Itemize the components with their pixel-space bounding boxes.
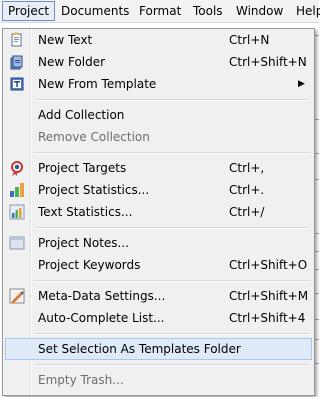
menu-tools[interactable]: Tools <box>188 2 228 20</box>
template-icon <box>9 76 25 92</box>
menu-item-label: Project Statistics... <box>38 183 150 197</box>
menu-item-add-collection[interactable]: Add Collection <box>5 104 312 126</box>
menu-item-shortcut: Ctrl+, <box>229 161 265 175</box>
menu-item-label: Project Targets <box>38 161 127 175</box>
menu-separator <box>34 364 310 366</box>
menu-window[interactable]: Window <box>231 2 288 20</box>
menu-item-label: Set Selection As Templates Folder <box>38 342 241 356</box>
menu-item-meta-data-settings[interactable]: Meta-Data Settings... Ctrl+Shift+M <box>5 285 312 307</box>
menu-item-label: Add Collection <box>38 108 125 122</box>
menu-item-label: Auto-Complete List... <box>38 311 165 325</box>
menu-item-label: Meta-Data Settings... <box>38 289 166 303</box>
target-icon <box>9 160 25 176</box>
menu-help[interactable]: Help <box>291 2 320 20</box>
menu-item-shortcut: Ctrl+Shift+M <box>229 289 309 303</box>
menu-project[interactable]: Project <box>2 1 56 21</box>
menu-item-new-folder[interactable]: New Folder Ctrl+Shift+N <box>5 51 312 73</box>
submenu-arrow-icon: ▶ <box>298 79 305 89</box>
menu-item-empty-trash: Empty Trash... <box>5 369 312 391</box>
menu-item-shortcut: Ctrl+. <box>229 183 265 197</box>
menu-item-label: Text Statistics... <box>38 205 133 219</box>
menu-separator <box>34 152 310 154</box>
menu-item-shortcut: Ctrl+N <box>229 33 270 47</box>
menu-item-label: Project Keywords <box>38 258 141 272</box>
new-text-icon <box>9 31 25 48</box>
menu-item-shortcut: Ctrl+/ <box>229 205 265 219</box>
metadata-icon <box>9 288 25 304</box>
new-folder-icon <box>9 54 25 70</box>
menu-item-label: Remove Collection <box>38 130 150 144</box>
menu-item-label: New Text <box>38 33 93 47</box>
menu-separator <box>34 99 310 101</box>
menu-item-shortcut: Ctrl+Shift+4 <box>229 311 306 325</box>
text-statistics-icon <box>9 204 25 220</box>
menu-item-label: Empty Trash... <box>38 373 124 387</box>
statistics-icon <box>9 182 25 198</box>
menu-item-project-targets[interactable]: Project Targets Ctrl+, <box>5 157 312 179</box>
menu-item-project-statistics[interactable]: Project Statistics... Ctrl+. <box>5 179 312 201</box>
menu-item-project-keywords[interactable]: Project Keywords Ctrl+Shift+O <box>5 254 312 276</box>
menu-bar: Project Documents Format Tools Window He… <box>0 0 320 23</box>
menu-item-new-from-template[interactable]: New From Template ▶ <box>5 73 312 95</box>
menu-item-shortcut: Ctrl+Shift+O <box>229 258 308 272</box>
project-dropdown-menu: New Text Ctrl+N New Folder Ctrl+Shift+N … <box>2 28 315 396</box>
menu-item-label: New From Template <box>38 77 157 91</box>
menu-item-label: New Folder <box>38 55 106 69</box>
menu-item-shortcut: Ctrl+Shift+N <box>229 55 307 69</box>
menu-item-project-notes[interactable]: Project Notes... <box>5 232 312 254</box>
notes-icon <box>9 235 25 251</box>
menu-separator <box>34 333 310 335</box>
menu-format[interactable]: Format <box>134 2 186 20</box>
menu-item-auto-complete-list[interactable]: Auto-Complete List... Ctrl+Shift+4 <box>5 307 312 329</box>
menu-documents[interactable]: Documents <box>56 2 134 20</box>
menu-item-remove-collection: Remove Collection <box>5 126 312 148</box>
menu-separator <box>34 227 310 229</box>
menu-item-set-selection-templates-folder[interactable]: Set Selection As Templates Folder <box>5 338 312 360</box>
menu-separator <box>34 280 310 282</box>
menu-item-text-statistics[interactable]: Text Statistics... Ctrl+/ <box>5 201 312 223</box>
menu-item-label: Project Notes... <box>38 236 129 250</box>
menu-item-new-text[interactable]: New Text Ctrl+N <box>5 29 312 51</box>
